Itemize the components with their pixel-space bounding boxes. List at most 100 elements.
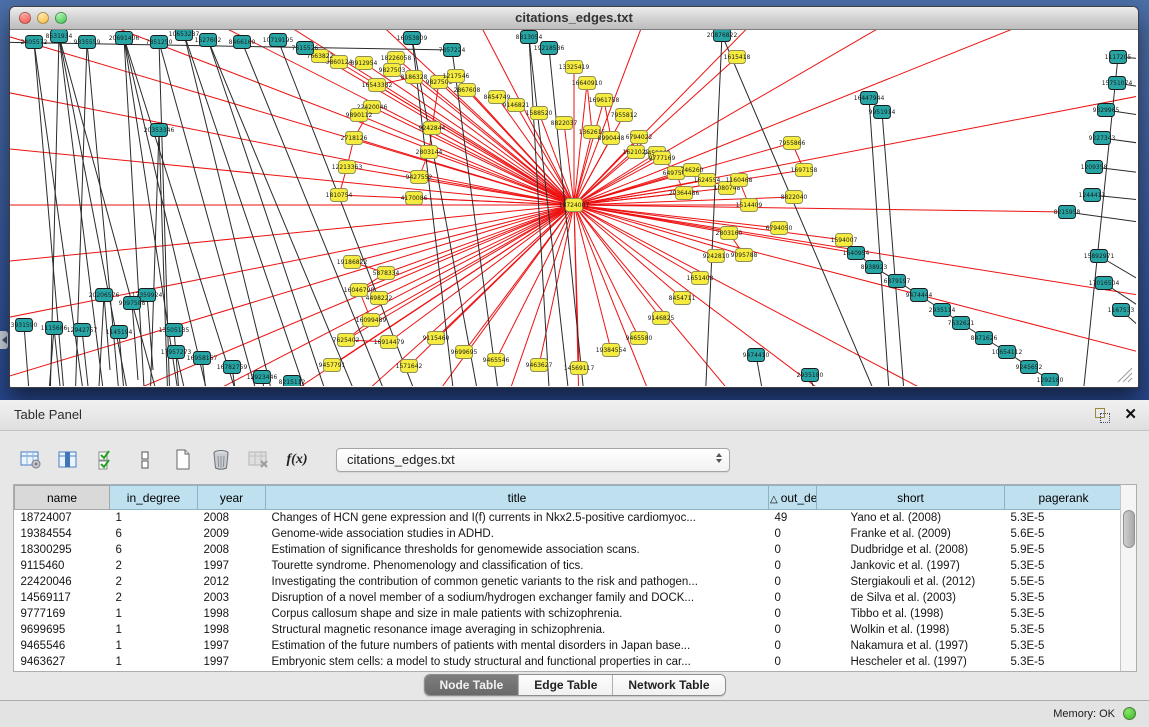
table-cell[interactable]: 1998 (198, 606, 266, 622)
graph-edge[interactable] (159, 130, 168, 386)
column-header-name[interactable]: name (15, 486, 110, 510)
graph-edge[interactable] (574, 205, 1067, 212)
graph-node[interactable]: 9474410 (743, 349, 770, 362)
network-canvas[interactable]: 1872400798601248912954182260589827503818… (10, 30, 1136, 386)
new-column-icon[interactable] (170, 448, 196, 472)
graph-edge[interactable] (869, 98, 890, 386)
table-row[interactable]: 946362711997Embryonic stem cells: a mode… (15, 654, 1123, 670)
graph-node[interactable]: 19218586 (534, 42, 565, 55)
column-header-title[interactable]: title (266, 486, 769, 510)
table-cell[interactable]: 2003 (198, 590, 266, 606)
tab-node-table[interactable]: Node Table (424, 675, 519, 695)
table-row[interactable]: 969969511998Structural magnetic resonanc… (15, 622, 1123, 638)
table-cell[interactable]: 1 (110, 654, 198, 670)
graph-edge[interactable] (82, 330, 90, 386)
window-titlebar[interactable]: citations_edges.txt (10, 7, 1138, 30)
table-cell[interactable]: 19384554 (15, 526, 110, 542)
table-cell[interactable]: 0 (769, 574, 817, 590)
table-cell[interactable]: 6 (110, 542, 198, 558)
graph-edge[interactable] (208, 40, 360, 386)
table-cell[interactable]: Dudbridge et al. (2008) (817, 542, 1005, 558)
delete-table-icon[interactable] (246, 448, 272, 472)
table-cell[interactable]: 0 (769, 590, 817, 606)
graph-edge[interactable] (10, 205, 574, 265)
table-cell[interactable]: 5.9E-5 (1005, 542, 1123, 558)
graph-node[interactable]: 9227343 (1089, 132, 1116, 145)
table-scrollbar[interactable] (1120, 485, 1136, 671)
graph-node[interactable]: 20876822 (707, 30, 738, 42)
table-row[interactable]: 977716911998Corpus callosum shape and si… (15, 606, 1123, 622)
graph-edge[interactable] (184, 34, 275, 386)
column-header-pagerank[interactable]: pagerank (1005, 486, 1123, 510)
graph-node[interactable]: 1594007 (831, 234, 858, 247)
graph-node[interactable]: 15751074 (1102, 77, 1133, 90)
graph-node[interactable]: 20364486 (669, 187, 700, 200)
graph-node[interactable]: 1514409 (736, 199, 763, 212)
graph-node[interactable]: 8471626 (971, 332, 998, 345)
graph-node[interactable]: 5878334 (373, 267, 400, 280)
table-cell[interactable]: 5.3E-5 (1005, 590, 1123, 606)
graph-node[interactable]: 9699695 (451, 346, 478, 359)
table-cell[interactable]: Nakamura et al. (1997) (817, 638, 1005, 654)
table-cell[interactable]: Changes of HCN gene expression and I(f) … (266, 510, 769, 527)
table-cell[interactable]: 6 (110, 526, 198, 542)
table-cell[interactable]: Structural magnetic resonance image aver… (266, 622, 769, 638)
table-row[interactable]: 911546021997Tourette syndrome. Phenomeno… (15, 558, 1123, 574)
column-header-out_de[interactable]: △out_de... (769, 486, 817, 510)
column-header-year[interactable]: year (198, 486, 266, 510)
graph-node[interactable]: 3931590 (11, 319, 38, 332)
table-cell[interactable]: 5.3E-5 (1005, 622, 1123, 638)
table-cell[interactable]: Embryonic stem cells: a model to study s… (266, 654, 769, 670)
graph-node[interactable]: 16543382 (362, 79, 393, 92)
table-cell[interactable]: 5.3E-5 (1005, 558, 1123, 574)
table-cell[interactable]: 1 (110, 638, 198, 654)
table-cell[interactable]: 1998 (198, 622, 266, 638)
table-cell[interactable]: 1997 (198, 654, 266, 670)
network-window[interactable]: citations_edges.txt 18724007986012489129… (9, 6, 1139, 388)
graph-edge[interactable] (574, 205, 661, 318)
graph-node[interactable]: 7955812 (611, 109, 638, 122)
graph-edge[interactable] (392, 70, 574, 205)
graph-node[interactable]: 12942757 (67, 324, 98, 337)
table-cell[interactable]: Jankovic et al. (1997) (817, 558, 1005, 574)
table-cell[interactable]: 2008 (198, 510, 266, 527)
table-row[interactable]: 1872400712008Changes of HCN gene express… (15, 510, 1123, 527)
graph-edge[interactable] (587, 83, 592, 132)
table-cell[interactable]: Wolkin et al. (1998) (817, 622, 1005, 638)
network-graph[interactable]: 1872400798601248912954182260589827503818… (10, 30, 1136, 386)
graph-node[interactable]: 18226058 (381, 52, 412, 65)
table-cell[interactable]: 2 (110, 574, 198, 590)
graph-node[interactable]: 1209358 (1081, 161, 1108, 174)
table-cell[interactable]: 1 (110, 606, 198, 622)
table-cell[interactable]: 2009 (198, 526, 266, 542)
table-cell[interactable]: 5.3E-5 (1005, 654, 1123, 670)
graph-node[interactable]: 9463627 (526, 359, 553, 372)
table-row[interactable]: 1830029562008Estimation of significance … (15, 542, 1123, 558)
graph-node[interactable]: 16914479 (374, 336, 405, 349)
table-cell[interactable]: 2012 (198, 574, 266, 590)
table-row[interactable]: 1938455462009Genome-wide association stu… (15, 526, 1123, 542)
graph-node[interactable]: 19384554 (596, 344, 627, 357)
graph-node[interactable]: 9115460 (423, 332, 450, 345)
graph-node[interactable]: 1145194 (106, 326, 133, 339)
graph-node[interactable]: 16640910 (572, 77, 603, 90)
graph-node[interactable]: 9329965 (1093, 104, 1120, 117)
graph-node[interactable]: 8938923 (861, 261, 888, 274)
table-cell[interactable]: 9465546 (15, 638, 110, 654)
graph-node[interactable]: 20206576 (89, 289, 120, 302)
table-cell[interactable]: 0 (769, 558, 817, 574)
graph-node[interactable]: 1810754 (326, 189, 353, 202)
table-cell[interactable]: 0 (769, 638, 817, 654)
table-cell[interactable]: 18300295 (15, 542, 110, 558)
graph-node[interactable]: 9242810 (703, 250, 730, 263)
graph-node[interactable]: 8813054 (516, 31, 543, 44)
table-cell[interactable]: 5.3E-5 (1005, 510, 1123, 527)
graph-node[interactable]: 15892971 (1084, 250, 1115, 263)
graph-node[interactable]: 2935180 (797, 369, 824, 382)
table-cell[interactable]: 9777169 (15, 606, 110, 622)
table-cell[interactable]: 5.5E-5 (1005, 574, 1123, 590)
graph-node[interactable]: 8531934 (46, 30, 73, 43)
graph-node[interactable]: 1615418 (724, 51, 751, 64)
graph-node[interactable]: 8215958 (1054, 206, 1081, 219)
graph-node[interactable]: 13505135 (159, 324, 190, 337)
